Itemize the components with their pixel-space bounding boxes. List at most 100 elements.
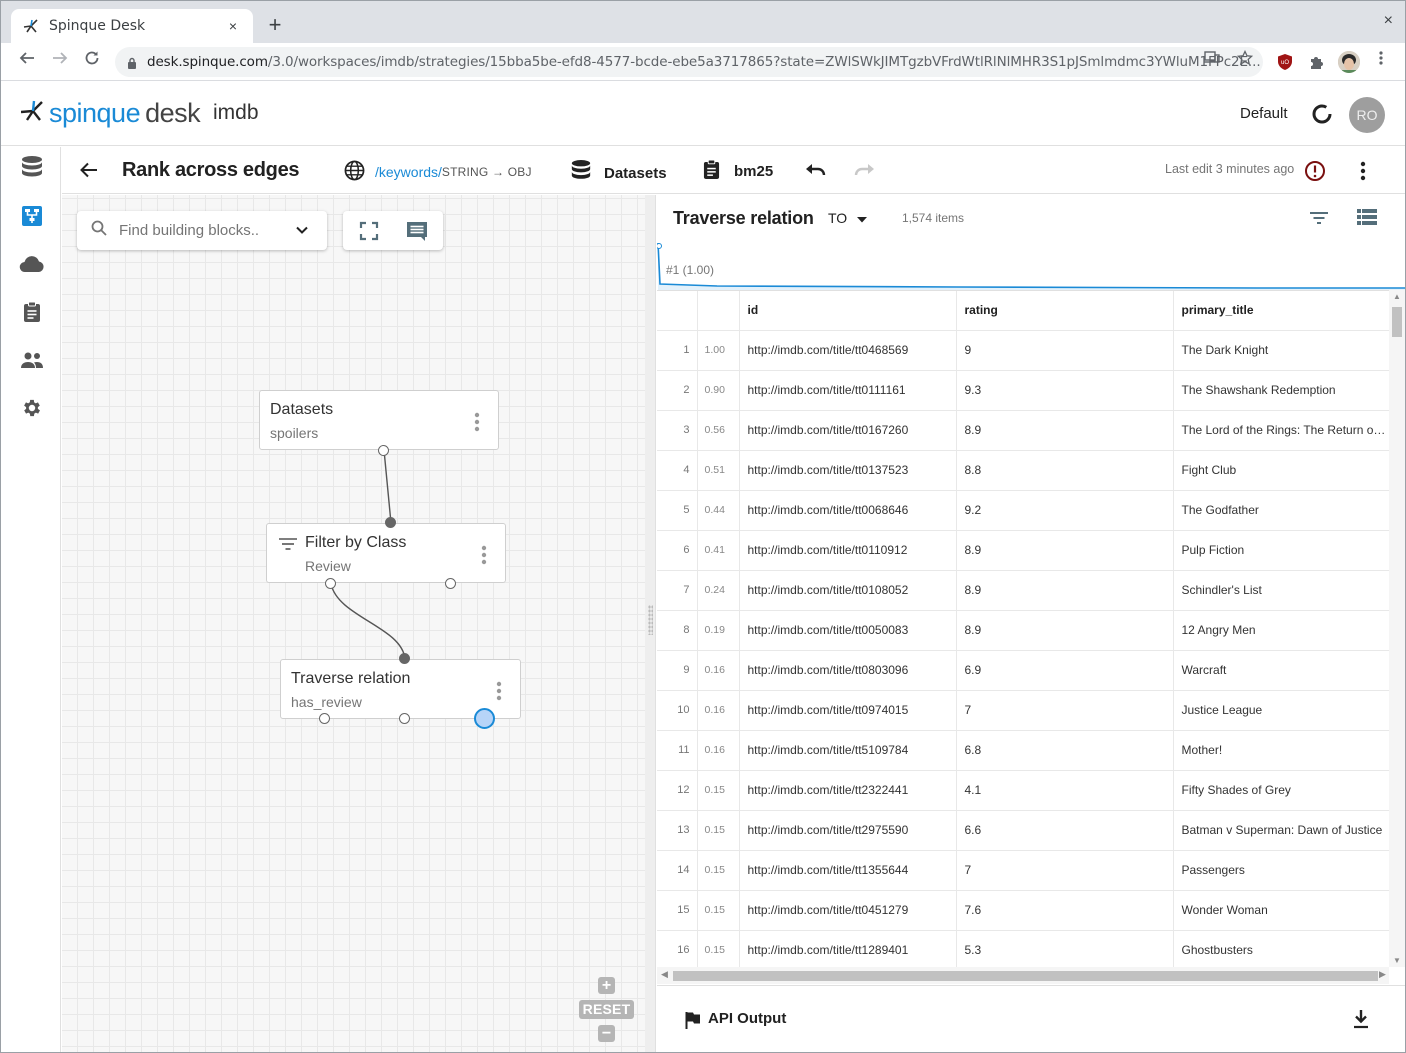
rating-cell: 6.9 [956, 650, 1174, 691]
table-row[interactable]: 15 0.15 http://imdb.com/title/tt0451279 7.6… [657, 890, 1389, 931]
url-host: desk.spinque.com [147, 54, 268, 70]
reload-icon[interactable] [80, 49, 104, 73]
table-row[interactable]: 1 1.00 http://imdb.com/title/tt0468569 9 The… [657, 330, 1389, 371]
comment-button[interactable] [406, 220, 428, 242]
table-row[interactable]: 11 0.16 http://imdb.com/title/tt5109784 6.8… [657, 730, 1389, 771]
last-edit-status: Last edit 3 minutes ago [1165, 162, 1295, 176]
column-header-id[interactable]: id [739, 291, 957, 331]
ublock-extension-icon[interactable]: uO [1276, 53, 1294, 71]
sidebar-item-members[interactable] [19, 349, 45, 375]
node-menu-icon[interactable] [481, 544, 487, 566]
table-row[interactable]: 6 0.41 http://imdb.com/title/tt0110912 8.9 P… [657, 530, 1389, 571]
table-row[interactable]: 2 0.90 http://imdb.com/title/tt0111161 9.3 T… [657, 370, 1389, 411]
strategy-menu-button[interactable] [1354, 161, 1372, 181]
environment-selector[interactable]: Default [1240, 105, 1288, 122]
title-cell: The Shawshank Redemption [1173, 370, 1389, 411]
table-row[interactable]: 14 0.15 http://imdb.com/title/tt1355644 7 Pa… [657, 850, 1389, 891]
selected-output-port[interactable] [474, 708, 495, 729]
input-port[interactable] [399, 653, 410, 664]
node-menu-icon[interactable] [474, 411, 480, 433]
window-close-button[interactable]: × [1384, 12, 1393, 30]
forward-arrow-icon[interactable] [48, 49, 72, 73]
sidebar-item-datasets[interactable] [19, 155, 45, 183]
workspace-name[interactable]: imdb [213, 101, 259, 125]
score-cell: 0.16 [697, 650, 740, 691]
strategy-canvas[interactable]: Datasets spoilers Filter by Class Review… [62, 195, 645, 1052]
table-row[interactable]: 4 0.51 http://imdb.com/title/tt0137523 8.8 F… [657, 450, 1389, 491]
scroll-right-icon[interactable]: ▶ [1379, 969, 1386, 980]
node-datasets[interactable]: Datasets spoilers [259, 390, 499, 450]
input-port[interactable] [385, 517, 396, 528]
url-text: desk.spinque.com/3.0/workspaces/imdb/str… [147, 54, 1263, 70]
tab-close-icon[interactable]: × [225, 18, 241, 34]
warning-button[interactable] [1304, 160, 1326, 182]
zoom-reset-button[interactable]: RESET [579, 1000, 634, 1019]
panel-splitter[interactable] [645, 195, 656, 1052]
description-link[interactable]: bm25 [703, 159, 773, 184]
cast-icon[interactable] [1204, 50, 1220, 66]
column-header-rating[interactable]: rating [956, 291, 1174, 331]
output-port[interactable] [325, 578, 336, 589]
undo-button[interactable] [805, 161, 827, 181]
profile-avatar[interactable] [1338, 51, 1360, 73]
table-row[interactable]: 12 0.15 http://imdb.com/title/tt2322441 4.1… [657, 770, 1389, 811]
score-distribution-chart[interactable] [657, 240, 1406, 290]
score-cell: 1.00 [697, 330, 740, 371]
spinque-desk-logo[interactable]: spinque desk [20, 98, 201, 129]
rating-cell: 5.3 [956, 930, 1174, 967]
sidebar-item-strategies[interactable] [19, 205, 45, 231]
table-row[interactable]: 13 0.15 http://imdb.com/title/tt2975590 6.6… [657, 810, 1389, 851]
datasets-link[interactable]: Datasets [570, 159, 667, 187]
zoom-out-button[interactable]: − [598, 1025, 615, 1042]
bookmark-star-icon[interactable] [1236, 49, 1254, 66]
vertical-scrollbar[interactable]: ▲ ▼ [1389, 290, 1405, 967]
address-bar[interactable]: desk.spinque.com/3.0/workspaces/imdb/str… [115, 47, 1263, 77]
download-button[interactable] [1352, 1009, 1370, 1029]
edges [330, 449, 406, 660]
output-selector[interactable]: TO [828, 210, 868, 226]
back-button[interactable] [78, 159, 100, 181]
new-tab-button[interactable]: + [263, 13, 287, 37]
horizontal-scrollbar[interactable]: ◀ ▶ [657, 967, 1389, 984]
output-port[interactable] [399, 713, 410, 724]
score-cell: 0.51 [697, 450, 740, 491]
node-menu-icon[interactable] [496, 680, 502, 702]
back-arrow-icon[interactable] [15, 49, 39, 73]
endpoint-link[interactable]: / keywords / STRING → OBJ [344, 160, 532, 184]
scroll-thumb[interactable] [1392, 307, 1402, 337]
output-port[interactable] [319, 713, 330, 724]
table-row[interactable]: 7 0.24 http://imdb.com/title/tt0108052 8.9 S… [657, 570, 1389, 611]
building-blocks-input[interactable] [119, 222, 279, 239]
scroll-thumb[interactable] [673, 971, 1378, 981]
scroll-up-icon[interactable]: ▲ [1393, 292, 1401, 301]
table-row[interactable]: 16 0.15 http://imdb.com/title/tt1289401 5.3… [657, 930, 1389, 967]
column-header-primary-title[interactable]: primary_title [1173, 291, 1389, 331]
user-avatar[interactable]: RO [1349, 97, 1385, 133]
chevron-down-icon[interactable] [295, 223, 309, 237]
sidebar-item-settings[interactable] [19, 397, 45, 423]
table-row[interactable]: 10 0.16 http://imdb.com/title/tt0974015 7 Ju… [657, 690, 1389, 731]
table-row[interactable]: 8 0.19 http://imdb.com/title/tt0050083 8.9 1… [657, 610, 1389, 651]
view-list-button[interactable] [1357, 209, 1379, 229]
table-row[interactable]: 5 0.44 http://imdb.com/title/tt0068646 9.2 T… [657, 490, 1389, 531]
sidebar-item-apis[interactable] [19, 253, 45, 279]
drag-handle-icon[interactable] [648, 605, 653, 635]
sidebar-item-descriptions[interactable] [19, 301, 45, 327]
api-output-label[interactable]: API Output [708, 1010, 786, 1027]
table-row[interactable]: 3 0.56 http://imdb.com/title/tt0167260 8.9 T… [657, 410, 1389, 451]
table-row[interactable]: 9 0.16 http://imdb.com/title/tt0803096 6.9 W… [657, 650, 1389, 691]
browser-menu-icon[interactable] [1373, 50, 1389, 66]
building-blocks-search[interactable] [77, 211, 327, 250]
zoom-in-button[interactable]: + [598, 977, 615, 994]
output-port[interactable] [445, 578, 456, 589]
fit-to-screen-button[interactable] [358, 220, 380, 242]
rating-cell: 8.8 [956, 450, 1174, 491]
output-port[interactable] [378, 445, 389, 456]
filter-button[interactable] [1309, 210, 1331, 228]
node-filter-by-class[interactable]: Filter by Class Review [266, 523, 506, 583]
browser-tab[interactable]: Spinque Desk × [11, 9, 253, 43]
scroll-left-icon[interactable]: ◀ [661, 969, 668, 980]
redo-button[interactable] [853, 161, 875, 181]
extensions-puzzle-icon[interactable] [1308, 53, 1326, 71]
scroll-down-icon[interactable]: ▼ [1393, 956, 1401, 965]
